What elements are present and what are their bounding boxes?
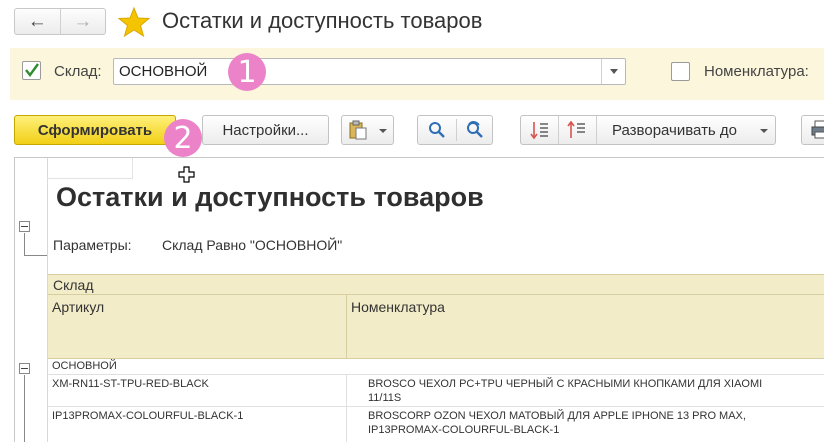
params-value: Склад Равно "ОСНОВНОЙ" [162,237,343,253]
header-article: Артикул [52,299,105,315]
back-button[interactable]: ← [15,9,60,34]
expand-group: Разворачивать до [520,115,776,145]
search-next-icon[interactable] [465,121,485,139]
star-icon[interactable] [118,6,150,38]
column-divider [346,407,347,442]
table-header-columns: Артикул Номенклатура [48,295,824,359]
tree-line [24,375,25,442]
arrow-right-icon: → [73,10,93,32]
collapse-toggle-icon[interactable] [19,221,30,232]
cell-nomenclature: BROSCORP OZON ЧЕХОЛ МАТОВЫЙ ДЛЯ APPLE IP… [368,410,746,436]
nomenclature-label: Номенклатура: [704,63,809,80]
chevron-down-icon [760,129,768,133]
toolbar: Сформировать 2 Настройки... Разворачиват… [0,112,824,157]
clipboard-icon [349,120,367,140]
search-group [417,115,493,145]
header-warehouse: Склад [53,277,94,293]
column-divider [346,295,347,359]
header-nomenclature: Номенклатура [351,299,445,315]
column-divider [346,375,347,407]
nomenclature-checkbox[interactable] [671,62,690,81]
annotation-badge-1: 1 [228,53,266,91]
search-icon[interactable] [428,121,446,139]
cell-article: XM-RN11-ST-TPU-RED-BLACK [52,378,209,390]
printer-icon [811,120,824,139]
checkmark-icon [25,63,39,77]
tree-line [24,255,47,256]
group-row[interactable]: ОСНОВНОЙ [48,359,824,375]
separator [558,116,559,144]
annotation-badge-2: 2 [164,119,202,157]
variants-menu-button[interactable] [341,115,394,145]
chevron-down-icon [609,69,618,74]
separator [456,119,457,141]
cell-article: IP13PROMAX-COLOURFUL-BLACK-1 [52,410,244,422]
expand-groups-icon[interactable] [567,120,587,140]
warehouse-label: Склад: [54,63,102,80]
empty-cell [47,158,133,179]
settings-button[interactable]: Настройки... [202,115,329,145]
separator [596,116,597,144]
tree-line [24,233,25,255]
forward-button[interactable]: → [59,9,106,34]
page-title: Остатки и доступность товаров [162,8,483,33]
collapse-toggle-icon[interactable] [19,363,30,374]
table-row[interactable]: XM-RN11-ST-TPU-RED-BLACK BROSCO ЧЕХОЛ PC… [48,375,824,407]
params-label: Параметры: [53,237,132,253]
warehouse-value: ОСНОВНОЙ [119,63,208,80]
group-name: ОСНОВНОЙ [52,360,117,372]
report-area[interactable]: Остатки и доступность товаров Параметры:… [14,157,824,442]
filter-panel: Склад: ОСНОВНОЙ 1 Номенклатура: [10,48,824,100]
title-bar: ← → Остатки и доступность товаров [0,0,824,44]
expand-to-label[interactable]: Разворачивать до [612,122,737,139]
warehouse-dropdown-button[interactable] [601,59,625,84]
arrow-left-icon: ← [27,10,47,32]
nav-buttons: ← → [14,8,106,35]
generate-button[interactable]: Сформировать [14,115,176,145]
table-row[interactable]: IP13PROMAX-COLOURFUL-BLACK-1 BROSCORP OZ… [48,407,824,442]
collapse-groups-icon[interactable] [530,120,550,140]
report-title: Остатки и доступность товаров [56,182,484,212]
print-button[interactable] [801,115,824,145]
warehouse-checkbox[interactable] [22,61,41,80]
cell-nomenclature: BROSCO ЧЕХОЛ PC+TPU ЧЕРНЫЙ С КРАСНЫМИ КН… [368,378,763,404]
chevron-down-icon [379,129,387,133]
table-header-group: Склад [48,274,824,295]
warehouse-field[interactable]: ОСНОВНОЙ [113,58,626,85]
